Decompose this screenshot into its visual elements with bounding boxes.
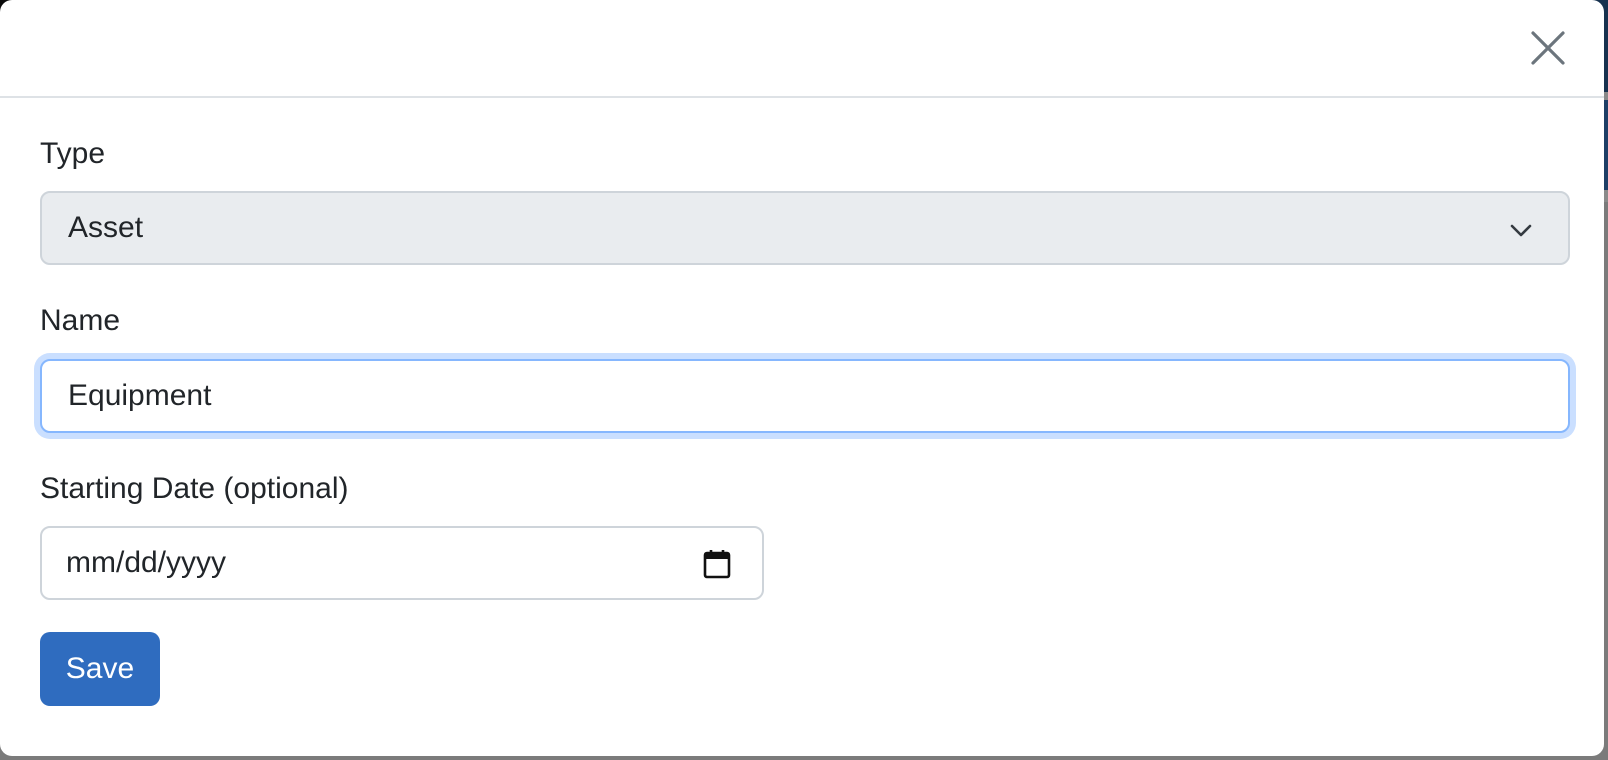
type-select-value: Asset [68,211,144,244]
close-icon [1531,31,1565,65]
name-input[interactable]: Equipment [40,359,1570,433]
type-select[interactable]: Asset [40,191,1570,265]
calendar-icon[interactable] [702,548,732,580]
name-input-value: Equipment [68,379,212,412]
type-label: Type [40,137,106,170]
starting-date-placeholder: mm/dd/yyyy [66,546,227,579]
chevron-down-icon [1508,217,1534,243]
name-label: Name [40,304,121,337]
modal-header [0,0,1604,98]
starting-date-label: Starting Date (optional) [40,472,349,505]
close-button[interactable] [1530,30,1566,66]
starting-date-input[interactable]: mm/dd/yyyy [40,526,764,600]
modal-dialog: Type Asset Name Equipment Starting Date … [0,0,1604,756]
save-button[interactable]: Save [40,632,160,706]
